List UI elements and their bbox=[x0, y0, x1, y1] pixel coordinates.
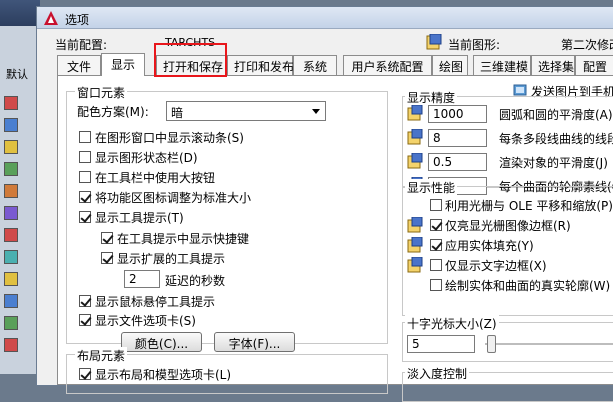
drawing-setting-icon bbox=[407, 237, 423, 253]
drawing-icon bbox=[426, 34, 442, 50]
current-drawing-label: 当前图形: bbox=[448, 38, 501, 52]
crosshair-size-group: 十字光标大小(Z) 5 bbox=[402, 315, 613, 362]
tool-icon[interactable] bbox=[4, 228, 18, 242]
file-tabs-checkbox[interactable] bbox=[79, 314, 91, 326]
tab-3d-modeling[interactable]: 三维建模 bbox=[473, 55, 531, 75]
tool-icon[interactable] bbox=[4, 206, 18, 220]
rollover-tooltips-label: 显示鼠标悬停工具提示 bbox=[95, 295, 216, 309]
large-buttons-label: 在工具栏中使用大按钮 bbox=[95, 171, 216, 185]
fonts-button[interactable]: 字体(F)... bbox=[214, 332, 295, 352]
scrollbars-checkbox[interactable] bbox=[79, 131, 91, 143]
arc-smoothness-label: 圆弧和圆的平滑度(A) bbox=[499, 108, 613, 122]
window-elements-title: 窗口元素 bbox=[75, 84, 128, 101]
display-tab-panel: 窗口元素 配色方案(M): 暗 在图形窗口中显示滚动条(S) 显示图形状态栏(D… bbox=[57, 75, 613, 402]
extended-tooltips-checkbox[interactable] bbox=[101, 252, 113, 264]
drawing-setting-icon bbox=[407, 217, 423, 233]
background-app-title-bar bbox=[0, 0, 40, 26]
layout-elements-group: 布局元素 显示布局和模型选项卡(L) bbox=[66, 347, 388, 394]
tool-icon[interactable] bbox=[4, 140, 18, 154]
colors-button[interactable]: 颜色(C)... bbox=[121, 332, 202, 352]
layout-model-tabs-label: 显示布局和模型选项卡(L) bbox=[95, 368, 232, 382]
tab-drafting[interactable]: 绘图 bbox=[432, 55, 468, 75]
current-profile-label: 当前配置: bbox=[55, 38, 108, 52]
display-resolution-title: 显示精度 bbox=[405, 89, 458, 106]
raster-frame-only-label: 仅亮显光栅图像边框(R) bbox=[445, 219, 571, 233]
true-silhouettes-label: 绘制实体和曲面的真实轮廓(W) bbox=[445, 279, 611, 293]
show-tooltips-label: 显示工具提示(T) bbox=[95, 211, 184, 225]
tool-icon[interactable] bbox=[4, 96, 18, 110]
display-performance-title: 显示性能 bbox=[405, 179, 458, 196]
status-bar-checkbox[interactable] bbox=[79, 151, 91, 163]
polyline-segments-label: 每条多段线曲线的线段数 bbox=[499, 132, 613, 146]
crosshair-size-track bbox=[485, 343, 613, 345]
tool-icon[interactable] bbox=[4, 294, 18, 308]
tool-icon[interactable] bbox=[4, 250, 18, 264]
color-scheme-value: 暗 bbox=[171, 106, 184, 120]
tab-system[interactable]: 系统 bbox=[293, 55, 337, 75]
current-drawing-value: 第二次修改 bbox=[561, 38, 613, 52]
raster-frame-only-checkbox[interactable] bbox=[430, 219, 442, 231]
color-scheme-label: 配色方案(M): bbox=[77, 105, 149, 119]
large-buttons-checkbox[interactable] bbox=[79, 171, 91, 183]
tab-display[interactable]: 显示 bbox=[101, 53, 145, 76]
background-app: 默认 bbox=[0, 0, 40, 374]
tooltip-delay-input[interactable]: 2 bbox=[124, 270, 160, 288]
tab-files[interactable]: 文件 bbox=[57, 55, 101, 75]
crosshair-size-title: 十字光标大小(Z) bbox=[405, 315, 499, 332]
tool-icon[interactable] bbox=[4, 162, 18, 176]
tab-user-preferences[interactable]: 用户系统配置 bbox=[343, 55, 432, 75]
ribbon-icon-size-label: 将功能区图标调整为标准大小 bbox=[95, 191, 252, 205]
color-scheme-select[interactable]: 暗 bbox=[166, 101, 326, 121]
text-boundary-label: 仅显示文字边框(X) bbox=[445, 259, 547, 273]
options-dialog: 选项 当前配置: TARCHTS 当前图形: 第二次修改 文件 显示 打开和保存… bbox=[36, 6, 613, 402]
tool-icon[interactable] bbox=[4, 118, 18, 132]
current-profile-value: TARCHTS bbox=[165, 36, 216, 49]
solid-fill-label: 应用实体填充(Y) bbox=[445, 239, 534, 253]
ribbon-icon-size-checkbox[interactable] bbox=[79, 191, 91, 203]
autocad-app-icon bbox=[44, 11, 58, 25]
polyline-segments-input[interactable]: 8 bbox=[428, 129, 487, 147]
tool-icon[interactable] bbox=[4, 338, 18, 352]
tool-icon[interactable] bbox=[4, 184, 18, 198]
layout-model-tabs-checkbox[interactable] bbox=[79, 368, 91, 380]
tab-profiles[interactable]: 配置 bbox=[575, 55, 613, 75]
tooltip-delay-label: 延迟的秒数 bbox=[165, 274, 226, 288]
drawing-setting-icon bbox=[407, 257, 423, 273]
layout-elements-title: 布局元素 bbox=[75, 347, 128, 364]
raster-ole-pan-checkbox[interactable] bbox=[430, 199, 442, 211]
scrollbars-label: 在图形窗口中显示滚动条(S) bbox=[95, 131, 244, 145]
drawing-setting-icon bbox=[407, 129, 423, 145]
solid-fill-checkbox[interactable] bbox=[430, 239, 442, 251]
drawing-setting-icon bbox=[407, 153, 423, 169]
crosshair-size-slider[interactable] bbox=[487, 335, 496, 353]
window-elements-group: 窗口元素 配色方案(M): 暗 在图形窗口中显示滚动条(S) 显示图形状态栏(D… bbox=[66, 84, 388, 352]
extended-tooltips-label: 显示扩展的工具提示 bbox=[117, 252, 226, 266]
fade-control-group: 淡入度控制 bbox=[402, 365, 613, 402]
display-performance-group: 显示性能 利用光栅与 OLE 平移和缩放(P) 仅亮显光栅图像边框(R) 应用实… bbox=[402, 179, 613, 316]
dialog-title: 选项 bbox=[65, 13, 90, 27]
tool-icon[interactable] bbox=[4, 316, 18, 330]
tab-plot-and-publish[interactable]: 打印和发布 bbox=[227, 55, 294, 75]
title-bar[interactable]: 选项 bbox=[37, 7, 613, 29]
tool-icon[interactable] bbox=[4, 272, 18, 286]
render-smoothness-label: 渲染对象的平滑度(J) bbox=[499, 156, 608, 170]
show-tooltips-checkbox[interactable] bbox=[79, 211, 91, 223]
drawing-setting-icon bbox=[407, 105, 423, 121]
display-resolution-group: 显示精度 1000 圆弧和圆的平滑度(A) 8 每条多段线曲线的线段数 0.5 … bbox=[402, 89, 613, 195]
raster-ole-pan-label: 利用光栅与 OLE 平移和缩放(P) bbox=[445, 199, 613, 213]
tab-open-and-save[interactable]: 打开和保存 bbox=[156, 55, 227, 75]
status-bar-label: 显示图形状态栏(D) bbox=[95, 151, 198, 165]
chevron-down-icon bbox=[312, 109, 320, 114]
rollover-tooltips-checkbox[interactable] bbox=[79, 295, 91, 307]
true-silhouettes-checkbox[interactable] bbox=[430, 279, 442, 291]
render-smoothness-input[interactable]: 0.5 bbox=[428, 153, 487, 171]
background-app-tab[interactable]: 默认 bbox=[6, 66, 28, 82]
crosshair-size-input[interactable]: 5 bbox=[407, 335, 475, 353]
arc-smoothness-input[interactable]: 1000 bbox=[428, 105, 487, 123]
tooltip-shortcuts-label: 在工具提示中显示快捷键 bbox=[117, 232, 250, 246]
text-boundary-checkbox[interactable] bbox=[430, 259, 442, 271]
file-tabs-label: 显示文件选项卡(S) bbox=[95, 314, 196, 328]
tooltip-shortcuts-checkbox[interactable] bbox=[101, 232, 113, 244]
tab-selection[interactable]: 选择集 bbox=[531, 55, 575, 75]
